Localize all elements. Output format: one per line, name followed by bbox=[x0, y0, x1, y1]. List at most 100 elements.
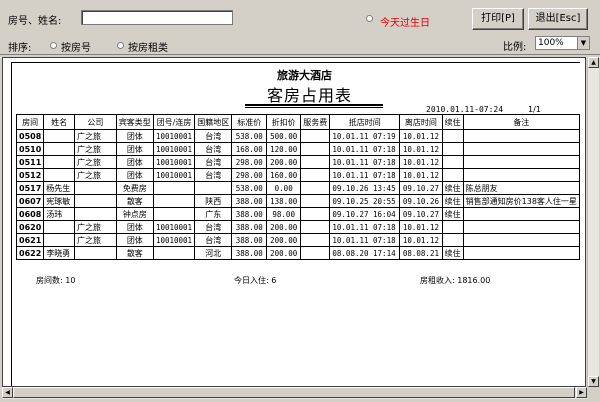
table-cell: 500.00 bbox=[266, 129, 302, 143]
table-cell: 免费房 bbox=[115, 181, 154, 195]
arrow-left-icon[interactable]: ◀ bbox=[2, 387, 13, 398]
table-row[interactable]: 0620 广之旅 团体 10010001 台湾 388.00 200.00 10.01.11 … bbox=[15, 220, 581, 234]
table-cell: 10.01.12 bbox=[399, 233, 443, 247]
zoom-select[interactable]: 100% ▼ bbox=[535, 36, 590, 50]
column-header: 团号/连房 bbox=[152, 114, 196, 130]
arrow-right-icon[interactable]: ▶ bbox=[576, 387, 587, 398]
sort-by-room-radio[interactable] bbox=[50, 42, 57, 49]
table-cell: 388.00 bbox=[231, 194, 268, 208]
table-cell: 10010001 bbox=[152, 129, 196, 143]
room-number-cell: 0622 bbox=[15, 246, 45, 260]
table-cell: 广之旅 bbox=[73, 142, 117, 156]
table-cell bbox=[462, 129, 581, 143]
table-cell bbox=[43, 129, 75, 143]
table-cell: 河北 bbox=[194, 246, 233, 260]
room-count: 房间数: 10 bbox=[36, 276, 76, 285]
table-cell bbox=[441, 142, 464, 156]
table-cell bbox=[43, 168, 75, 182]
table-cell: 广之旅 bbox=[73, 155, 117, 169]
table-row[interactable]: 0621 广之旅 团体 10010001 台湾 388.00 200.00 10.01.11 … bbox=[15, 233, 581, 247]
birthday-link[interactable]: 今天过生日 bbox=[380, 14, 430, 29]
vertical-scrollbar[interactable]: ▲ ▼ bbox=[587, 57, 599, 387]
table-cell: 李晓勇 bbox=[43, 246, 75, 260]
column-header: 离店时间 bbox=[399, 114, 443, 130]
column-header: 公司 bbox=[73, 114, 117, 130]
table-cell bbox=[300, 155, 331, 169]
sort-by-rate-radio[interactable] bbox=[117, 42, 124, 49]
table-cell: 杨先生 bbox=[43, 181, 75, 195]
table-cell bbox=[43, 220, 75, 234]
table-cell: 10010001 bbox=[152, 155, 196, 169]
table-row[interactable]: 0622 李晓勇 散客 河北 388.00 200.00 08.08.20 17:14 08.… bbox=[15, 246, 581, 260]
sort-by-room-label[interactable]: 按房号 bbox=[61, 39, 91, 54]
table-cell: 388.00 bbox=[231, 233, 268, 247]
table-cell: 200.00 bbox=[266, 155, 302, 169]
table-row[interactable]: 0512 广之旅 团体 10010001 台湾 298.00 160.00 10.01.11 … bbox=[15, 168, 581, 182]
chevron-down-icon[interactable]: ▼ bbox=[577, 37, 589, 49]
exit-button[interactable]: 退出[Esc] bbox=[528, 8, 588, 30]
table-cell: 200.00 bbox=[266, 246, 302, 260]
sort-by-rate-label[interactable]: 按房租类 bbox=[128, 39, 168, 54]
column-header: 备注 bbox=[462, 114, 581, 130]
table-cell bbox=[43, 233, 75, 247]
table-cell bbox=[300, 220, 331, 234]
table-cell bbox=[152, 246, 196, 260]
table-cell: 10.01.11 07:18 bbox=[329, 220, 401, 234]
table-cell: 10.01.12 bbox=[399, 220, 443, 234]
table-cell: 10.01.12 bbox=[399, 155, 443, 169]
column-header: 续住 bbox=[441, 114, 464, 130]
table-row[interactable]: 0608 汤玮 钟点房 广东 388.00 98.00 09.10.27 16:04 09.1… bbox=[15, 207, 581, 221]
table-cell bbox=[152, 207, 196, 221]
room-number-cell: 0510 bbox=[15, 142, 45, 156]
table-cell: 广东 bbox=[194, 207, 233, 221]
report-page: 旅游大酒店 客房占用表 2010.01.11-07:24 1/1 房间 姓名 公… bbox=[11, 62, 581, 386]
search-input[interactable] bbox=[81, 10, 233, 25]
occupancy-table: 房间 姓名 公司 宾客类型 团号/连房 国籍地区 标准价 折扣价 服务费 抵店时… bbox=[15, 114, 581, 260]
table-cell bbox=[441, 168, 464, 182]
table-cell bbox=[300, 181, 331, 195]
table-cell: 续住 bbox=[441, 194, 464, 208]
table-cell bbox=[462, 233, 581, 247]
table-cell bbox=[300, 168, 331, 182]
table-cell: 台湾 bbox=[194, 233, 233, 247]
toolbar: 房号、姓名: 今天过生日 打印[P] 退出[Esc] 排序: 按房号 按房租类 … bbox=[0, 0, 600, 58]
table-cell: 续住 bbox=[441, 207, 464, 221]
table-cell bbox=[441, 129, 464, 143]
table-cell: 陈总朋友 bbox=[462, 181, 581, 195]
table-cell bbox=[462, 246, 581, 260]
table-row[interactable]: 0511 广之旅 团体 10010001 台湾 298.00 200.00 10.01.11 … bbox=[15, 155, 581, 169]
table-cell: 陕西 bbox=[194, 194, 233, 208]
table-cell: 200.00 bbox=[266, 233, 302, 247]
column-header: 折扣价 bbox=[266, 114, 302, 130]
table-cell bbox=[300, 246, 331, 260]
table-cell: 138.00 bbox=[266, 194, 302, 208]
report-preview: 旅游大酒店 客房占用表 2010.01.11-07:24 1/1 房间 姓名 公… bbox=[2, 57, 586, 387]
horizontal-scrollbar[interactable]: ◀ ▶ bbox=[2, 387, 587, 399]
table-cell: 钟点房 bbox=[115, 207, 154, 221]
arrow-down-icon[interactable]: ▼ bbox=[588, 376, 599, 387]
table-cell: 团体 bbox=[115, 155, 154, 169]
room-number-cell: 0517 bbox=[15, 181, 45, 195]
sort-label: 排序: bbox=[8, 43, 32, 54]
table-cell: 广之旅 bbox=[73, 168, 117, 182]
table-cell: 团体 bbox=[115, 168, 154, 182]
table-row[interactable]: 0510 广之旅 团体 10010001 台湾 168.00 120.00 10.01.11 … bbox=[15, 142, 581, 156]
page-number: 1/1 bbox=[528, 105, 541, 114]
table-cell: 台湾 bbox=[194, 220, 233, 234]
room-number-cell: 0621 bbox=[15, 233, 45, 247]
table-row[interactable]: 0508 广之旅 团体 10010001 台湾 538.00 500.00 10.01.11 … bbox=[15, 129, 581, 143]
table-cell bbox=[73, 181, 117, 195]
table-cell bbox=[152, 181, 196, 195]
room-number-cell: 0511 bbox=[15, 155, 45, 169]
column-header: 抵店时间 bbox=[329, 114, 401, 130]
scrollbar-thumb[interactable] bbox=[13, 387, 575, 398]
table-cell bbox=[152, 194, 196, 208]
table-cell: 团体 bbox=[115, 220, 154, 234]
table-row[interactable]: 0607 宪琢敏 散客 陕西 388.00 138.00 09.10.25 20:55 09.… bbox=[15, 194, 581, 208]
table-cell: 团体 bbox=[115, 142, 154, 156]
title-underline-thin bbox=[245, 107, 383, 108]
arrow-up-icon[interactable]: ▲ bbox=[588, 57, 599, 68]
table-cell: 10.01.11 07:18 bbox=[329, 142, 401, 156]
print-button[interactable]: 打印[P] bbox=[472, 8, 524, 30]
table-row[interactable]: 0517 杨先生 免费房 538.00 0.00 09.10.26 13:45 09.10.… bbox=[15, 181, 581, 195]
